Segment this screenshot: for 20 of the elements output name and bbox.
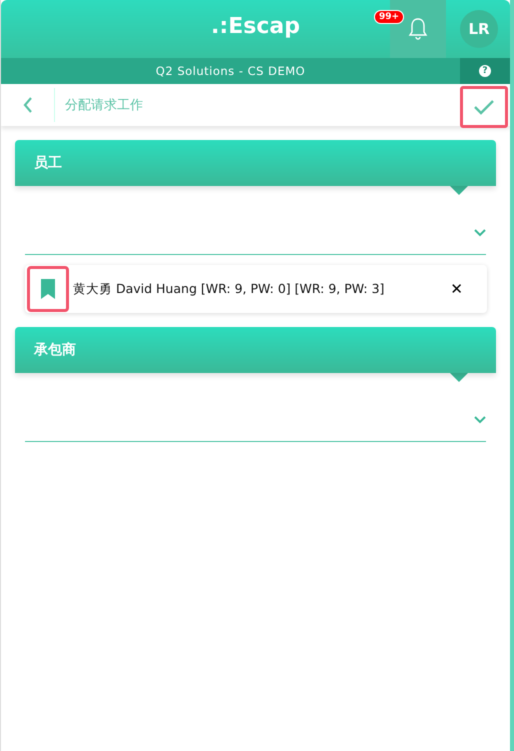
pointer-icon <box>450 373 468 382</box>
bookmark-icon <box>41 279 55 299</box>
logo: .:Escap <box>211 14 300 39</box>
confirm-button[interactable] <box>460 86 508 128</box>
user-avatar[interactable]: LR <box>460 10 498 48</box>
company-name: Q2 Solutions - CS DEMO <box>154 64 306 78</box>
section-title: 员工 <box>34 154 62 172</box>
help-icon[interactable]: ? <box>479 65 491 77</box>
remove-button[interactable]: ✕ <box>450 280 463 298</box>
page-title: 分配请求工作 <box>65 97 144 114</box>
pointer-icon <box>450 186 468 195</box>
section-title: 承包商 <box>34 341 76 359</box>
bookmark-button[interactable] <box>27 266 69 312</box>
notification-badge: 99+ <box>374 10 404 24</box>
chevron-down-icon <box>474 229 486 237</box>
chevron-left-icon <box>22 97 32 113</box>
chevron-down-icon <box>474 416 486 424</box>
assignee-name: 黄大勇 David Huang [WR: 9, PW: 0] [WR: 9, PW: 3] <box>73 280 386 298</box>
bell-icon <box>408 17 428 41</box>
check-icon <box>474 100 494 114</box>
